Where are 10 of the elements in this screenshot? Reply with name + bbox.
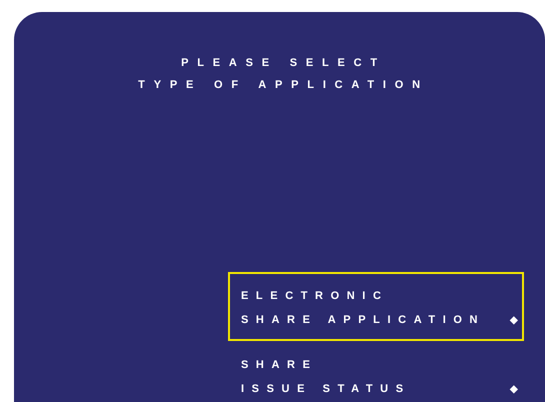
application-option[interactable]: ELECTRONIC SHARE APPLICATION ◆ xyxy=(228,272,524,341)
diamond-icon: ◆ xyxy=(510,314,518,327)
option-label: ELECTRONIC xyxy=(241,290,388,303)
option-label: SHARE xyxy=(241,359,318,372)
prompt-text: TYPE OF APPLICATION xyxy=(137,79,429,92)
diamond-icon: ◆ xyxy=(510,383,518,396)
application-option[interactable]: SHARE ISSUE STATUS ◆ xyxy=(228,341,524,402)
prompt-text: PLEASE SELECT xyxy=(180,57,386,70)
option-label: ISSUE STATUS xyxy=(241,383,411,396)
option-label: SHARE APPLICATION xyxy=(241,314,486,327)
